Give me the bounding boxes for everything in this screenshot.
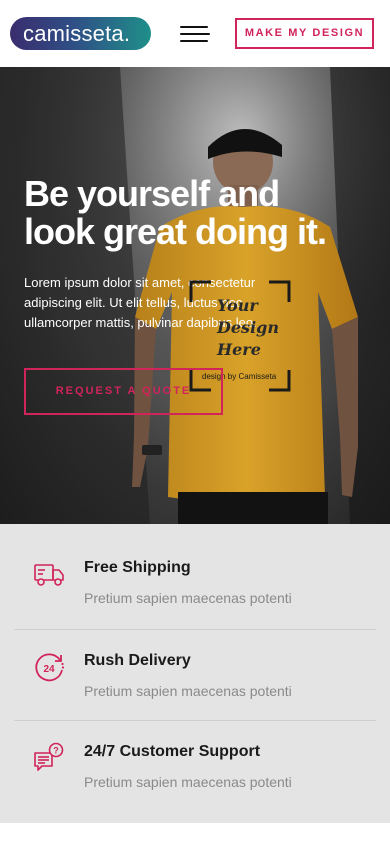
feature-subtitle: Pretium sapien maecenas potenti: [84, 590, 292, 606]
feature-item: 24 Rush Delivery Pretium sapien maecenas…: [14, 629, 376, 720]
feature-item: Free Shipping Pretium sapien maecenas po…: [14, 538, 376, 629]
site-header: camisseta. MAKE MY DESIGN: [0, 0, 390, 67]
feature-subtitle: Pretium sapien maecenas potenti: [84, 683, 292, 699]
feature-subtitle: Pretium sapien maecenas potenti: [84, 774, 292, 790]
clock-24-icon: 24: [35, 653, 65, 682]
feature-title: 24/7 Customer Support: [84, 743, 261, 760]
hero-title: Be yourself and look great doing it.: [24, 173, 327, 252]
request-quote-button[interactable]: REQUEST A QUOTE: [24, 368, 223, 415]
hero-section: Be yourself and look great doing it. Lor…: [0, 67, 390, 524]
support-chat-icon: ?: [34, 742, 64, 771]
feature-item: ? 24/7 Customer Support Pretium sapien m…: [14, 720, 376, 811]
svg-text:?: ?: [53, 746, 59, 756]
truck-icon: [34, 564, 64, 586]
menu-icon[interactable]: [180, 24, 210, 44]
svg-text:24: 24: [43, 664, 55, 675]
features-section: Free Shipping Pretium sapien maecenas po…: [0, 524, 390, 823]
shirt-print-text: Your Design Here: [217, 296, 279, 359]
feature-title: Free Shipping: [84, 559, 191, 576]
feature-title: Rush Delivery: [84, 652, 191, 669]
make-my-design-button[interactable]: MAKE MY DESIGN: [235, 18, 374, 49]
brand-logo[interactable]: camisseta.: [10, 17, 151, 50]
